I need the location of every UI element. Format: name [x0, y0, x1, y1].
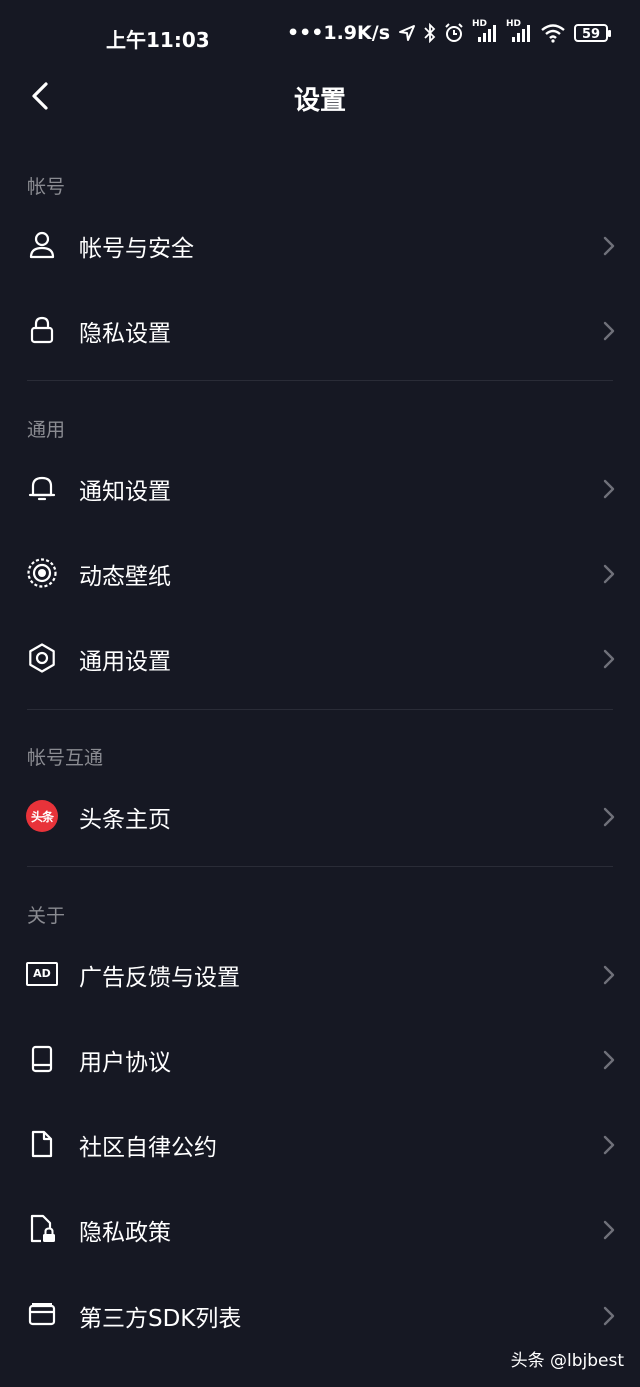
settings-item-label: 第三方SDK列表 [79, 1306, 242, 1332]
user-icon [29, 231, 55, 259]
live-wallpaper-icon [27, 558, 57, 588]
toutiao-logo-icon: 头条 [26, 800, 58, 832]
settings-item-user-agreement[interactable]: 用户协议 [0, 1021, 640, 1101]
toutiao-badge-text: 头条 [30, 809, 54, 824]
settings-item-account-security[interactable]: 帐号与安全 [0, 207, 640, 287]
settings-item-label: 广告反馈与设置 [79, 965, 240, 991]
battery-icon: 59 [574, 24, 611, 42]
chevron-right-icon [603, 649, 615, 669]
alarm-icon [445, 23, 463, 42]
settings-item-label: 隐私政策 [79, 1220, 171, 1246]
settings-item-toutiao-homepage[interactable]: 头条 头条主页 [0, 778, 640, 858]
settings-item-label: 隐私设置 [79, 321, 171, 347]
network-speed: •••1.9K/s [286, 22, 390, 44]
chevron-right-icon [603, 564, 615, 584]
status-time: 上午11:03 [106, 28, 210, 52]
signal-bars-icon [512, 25, 530, 42]
status-indicators: •••1.9K/s HD HD 59 [286, 19, 611, 44]
lock-icon [30, 316, 54, 344]
ad-icon: AD [26, 962, 58, 986]
settings-item-label: 动态壁纸 [79, 564, 171, 590]
settings-item-label: 通用设置 [79, 649, 171, 675]
section-divider [27, 380, 613, 381]
chevron-right-icon [603, 1050, 615, 1070]
settings-item-label: 头条主页 [79, 807, 171, 833]
section-header-general: 通用 [27, 419, 66, 441]
settings-item-community-convention[interactable]: 社区自律公约 [0, 1106, 640, 1186]
settings-item-ad-feedback[interactable]: AD 广告反馈与设置 [0, 936, 640, 1016]
chevron-right-icon [603, 321, 615, 341]
location-icon [399, 25, 415, 41]
chevron-right-icon [603, 236, 615, 256]
watermark: 头条 @lbjbest [510, 1351, 624, 1371]
settings-item-label: 社区自律公约 [79, 1135, 217, 1161]
settings-item-label: 帐号与安全 [79, 236, 194, 262]
page-title: 设置 [293, 86, 346, 116]
nav-bar: 设置 [0, 60, 640, 134]
chevron-right-icon [603, 1306, 615, 1326]
section-header-account-interop: 帐号互通 [27, 747, 104, 769]
settings-item-notification-settings[interactable]: 通知设置 [0, 450, 640, 530]
settings-item-third-party-sdk-list[interactable]: 第三方SDK列表 [0, 1277, 640, 1357]
chevron-right-icon [603, 807, 615, 827]
signal-2: HD [506, 19, 532, 43]
section-header-account: 帐号 [27, 176, 66, 198]
settings-item-label: 通知设置 [79, 479, 171, 505]
section-divider [27, 866, 613, 867]
wifi-icon [541, 24, 565, 43]
document-lock-icon [30, 1214, 55, 1243]
card-icon [28, 1303, 56, 1326]
settings-item-label: 用户协议 [79, 1050, 171, 1076]
settings-item-privacy-settings[interactable]: 隐私设置 [0, 292, 640, 372]
signal-1: HD [472, 19, 498, 43]
chevron-right-icon [603, 965, 615, 985]
signal-bars-icon [478, 25, 496, 42]
book-icon [31, 1045, 53, 1073]
chevron-right-icon [603, 479, 615, 499]
section-divider [27, 709, 613, 710]
bell-icon [28, 476, 56, 501]
chevron-right-icon [603, 1135, 615, 1155]
settings-item-general-settings[interactable]: 通用设置 [0, 620, 640, 700]
ad-icon-text: AD [33, 967, 51, 980]
gear-icon [29, 643, 55, 673]
chevron-right-icon [603, 1220, 615, 1240]
bluetooth-icon [424, 23, 436, 43]
section-header-about: 关于 [27, 905, 66, 927]
document-icon [31, 1130, 53, 1158]
settings-item-privacy-policy[interactable]: 隐私政策 [0, 1191, 640, 1271]
settings-item-live-wallpaper[interactable]: 动态壁纸 [0, 535, 640, 615]
